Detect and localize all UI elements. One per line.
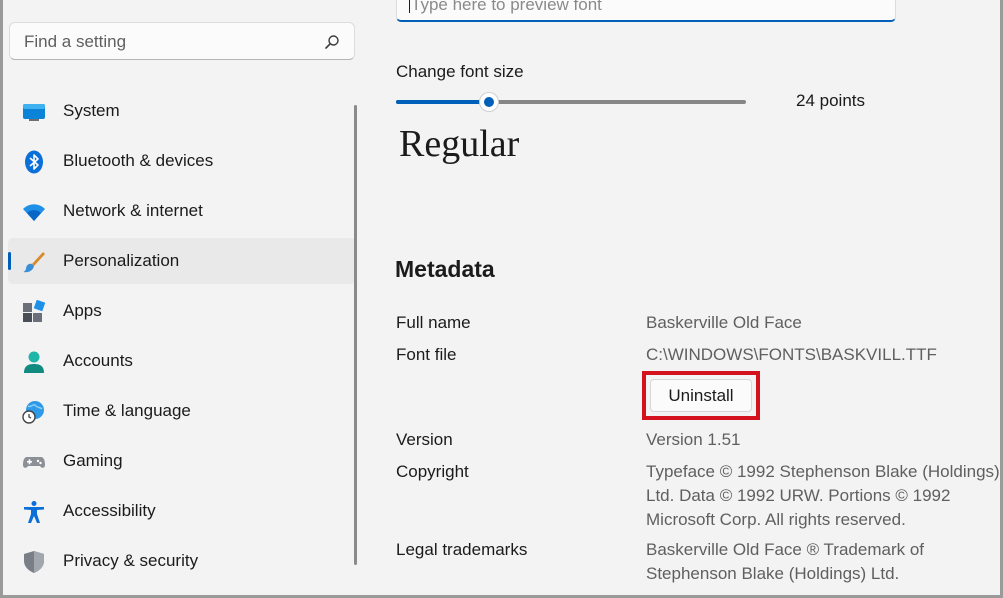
copyright-value: Typeface © 1992 Stephenson Blake (Holdin… (646, 460, 1000, 532)
sidebar-item-label: System (63, 101, 120, 120)
accessibility-icon (24, 501, 44, 523)
sidebar-item-label: Personalization (63, 251, 180, 270)
sidebar-item-bluetooth[interactable]: Bluetooth & devices (8, 138, 356, 184)
sidebar-item-privacy-security[interactable]: Privacy & security (8, 538, 356, 584)
slider-fill (396, 100, 489, 104)
selected-indicator (8, 252, 11, 270)
sidebar-item-time-language[interactable]: Time & language (8, 388, 356, 434)
copyright-line: Typeface © 1992 Stephenson Blake (Holdin… (646, 462, 1000, 481)
sidebar-item-gaming[interactable]: Gaming (8, 438, 356, 484)
person-icon (24, 351, 44, 373)
search-input[interactable] (22, 23, 316, 61)
font-size-label: Change font size (396, 62, 524, 81)
apps-icon (23, 300, 46, 322)
copyright-label: Copyright (396, 462, 469, 481)
font-size-value: 24 points (796, 91, 865, 110)
sidebar-item-label: Network & internet (63, 201, 203, 220)
font-file-label: Font file (396, 345, 457, 364)
trademark-line: Baskerville Old Face ® Trademark of (646, 540, 925, 559)
sidebar-item-accounts[interactable]: Accounts (8, 338, 356, 384)
copyright-line: Microsoft Corp. All rights reserved. (646, 510, 906, 529)
legal-trademarks-label: Legal trademarks (396, 540, 528, 559)
sidebar-item-apps[interactable]: Apps (8, 288, 356, 334)
version-value: Version 1.51 (646, 430, 741, 449)
monitor-icon (23, 104, 45, 121)
copyright-line: Ltd. Data © 1992 URW. Portions © 1992 (646, 486, 951, 505)
full-name-value: Baskerville Old Face (646, 313, 802, 332)
metadata-heading: Metadata (395, 256, 495, 282)
sidebar-item-label: Bluetooth & devices (63, 151, 214, 170)
sidebar-item-accessibility[interactable]: Accessibility (8, 488, 356, 534)
sidebar-item-label: Privacy & security (63, 551, 199, 570)
font-size-slider[interactable] (396, 92, 746, 112)
globe-clock-icon (22, 401, 44, 424)
main-content: Change font size 24 points Regular Metad… (362, 0, 1003, 598)
uninstall-button[interactable]: Uninstall (650, 379, 752, 412)
bluetooth-icon (25, 150, 43, 174)
shield-icon (24, 551, 44, 573)
font-file-value: C:\WINDOWS\FONTS\BASKVILL.TTF (646, 345, 937, 364)
version-label: Version (396, 430, 453, 449)
trademark-line: Stephenson Blake (Holdings) Ltd. (646, 564, 900, 583)
font-preview-text: Regular (399, 123, 520, 165)
preview-input[interactable] (409, 0, 883, 19)
sidebar-item-label: Accessibility (63, 501, 156, 520)
sidebar-item-personalization[interactable]: Personalization (8, 238, 356, 284)
preview-text-box[interactable] (396, 0, 896, 22)
sidebar-item-network[interactable]: Network & internet (8, 188, 356, 234)
legal-trademarks-value: Baskerville Old Face ® Trademark of Step… (646, 538, 924, 586)
sidebar-item-label: Time & language (63, 401, 191, 420)
sidebar-item-label: Apps (63, 301, 102, 320)
search-box[interactable] (9, 22, 355, 61)
gamepad-icon (23, 457, 45, 468)
sidebar-item-label: Accounts (63, 351, 133, 370)
slider-thumb[interactable] (478, 92, 499, 112)
wifi-icon (23, 204, 45, 221)
sidebar: System Bluetooth & devices Network & int… (0, 0, 362, 598)
sidebar-scrollbar[interactable] (354, 105, 357, 565)
sidebar-nav: System Bluetooth & devices Network & int… (8, 88, 356, 588)
sidebar-item-system[interactable]: System (8, 88, 356, 134)
full-name-label: Full name (396, 313, 471, 332)
search-icon[interactable] (324, 34, 340, 50)
uninstall-highlight: Uninstall (642, 371, 760, 420)
brush-icon (23, 252, 45, 273)
sidebar-item-label: Gaming (63, 451, 123, 470)
